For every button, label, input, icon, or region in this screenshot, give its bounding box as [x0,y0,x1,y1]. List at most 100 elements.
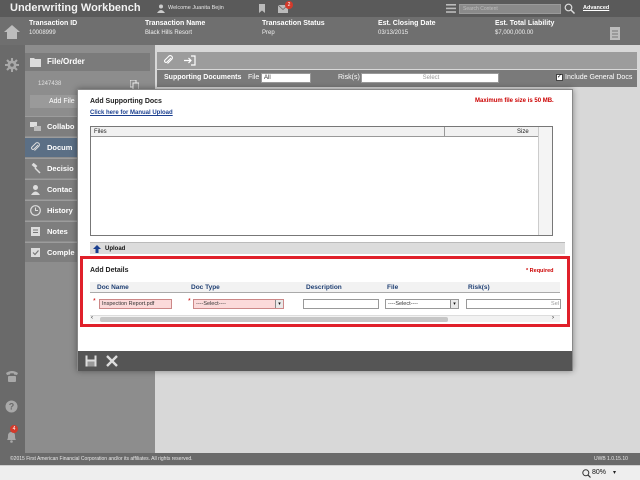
collaboration-icon [30,122,41,131]
column-value: Black Hills Resort [145,30,193,36]
search-input[interactable]: Search Content [459,4,561,14]
scroll-right-icon[interactable]: › [552,315,554,321]
save-icon[interactable] [85,355,97,367]
version-text: UWB 1.0.15.10 [594,456,628,462]
files-list-scrollbar[interactable] [538,127,552,235]
est-total-liability: Est. Total Liability $7,000,000.00 [495,20,554,36]
paperclip-icon[interactable] [163,55,174,66]
document-icon[interactable] [609,27,621,40]
nav-item-label: Collabo [47,122,75,131]
clock-icon [30,205,41,216]
close-icon[interactable] [106,355,118,367]
risks-filter-select[interactable]: Select [361,73,499,83]
dialog-title: Add Supporting Docs [90,98,162,105]
risks-filter-value: Select [422,75,440,81]
search-icon[interactable] [564,3,575,14]
user-icon [157,4,165,13]
description-input[interactable] [303,299,379,309]
risks-filter-label: Risk(s) [338,74,360,81]
details-table-header: Doc Name Doc Type Description File Risk(… [90,282,560,293]
transaction-status: Transaction Status Prep [262,20,325,36]
add-supporting-docs-dialog: Add Supporting Docs Maximum file size is… [77,89,573,371]
size-column-header: Size [517,129,529,135]
upload-button[interactable]: Upload [90,242,565,254]
chevron-down-icon[interactable]: ▾ [450,300,458,308]
nav-item-label: Comple [47,248,75,257]
list-icon[interactable] [446,4,456,13]
nav-header-label: File/Order [47,57,85,66]
file-filter-select[interactable]: All [261,73,311,83]
nav-item-label: Decisio [47,164,74,173]
required-note: * Required [526,268,554,274]
est-closing-date: Est. Closing Date 03/13/2015 [378,20,436,36]
include-general-label: Include General Docs [565,74,633,81]
include-general-checkbox[interactable]: ✓ [556,74,563,81]
add-file-button[interactable]: Add File [30,95,80,108]
folder-icon [30,58,41,67]
column-header: Transaction Name [145,20,206,27]
mail-count-badge: 2 [285,1,293,9]
home-icon[interactable] [4,25,20,39]
phone-icon[interactable] [5,370,19,382]
nav-item-label: Contac [47,185,73,194]
column-value: Prep [262,30,275,36]
file-select-value: ----Select---- [388,301,418,307]
zoom-level[interactable]: 80% [592,469,606,476]
zoom-icon[interactable] [582,469,591,478]
required-asterisk: * [93,298,96,305]
add-details-title: Add Details [90,267,129,274]
paperclip-icon [31,142,40,151]
doc-type-select[interactable]: ----Select---- ▾ [193,299,284,309]
upload-arrow-icon [93,245,101,253]
files-list[interactable]: Files Size [90,126,553,236]
left-rail [0,45,25,453]
doc-name-column: Doc Name [97,284,129,291]
column-header: Est. Total Liability [495,20,555,27]
scroll-left-icon[interactable]: ‹ [91,315,93,321]
chevron-down-icon[interactable]: ▾ [613,469,616,476]
nav-header-file-order[interactable]: File/Order [25,53,150,71]
upload-label: Upload [105,246,126,252]
help-icon[interactable]: ? [5,400,18,413]
doc-type-value: ----Select---- [196,301,226,307]
column-value: $7,000,000.00 [495,30,534,36]
checklist-icon [31,248,40,257]
file-column: File [387,284,399,291]
supporting-docs-title: Supporting Documents [164,74,242,81]
dialog-footer [78,351,572,371]
file-select[interactable]: ----Select---- ▾ [385,299,459,309]
add-file-label: Add File [49,98,75,105]
copyright-text: ©2015 First American Financial Corporati… [10,456,193,462]
advanced-search-link[interactable]: Advanced [583,5,609,11]
gavel-icon [31,163,41,174]
gear-icon[interactable] [5,58,19,72]
manual-upload-link[interactable]: Click here for Manual Upload [90,110,173,116]
description-column: Description [306,284,342,291]
chevron-down-icon[interactable]: ▾ [275,300,283,308]
documents-toolbar [157,52,637,69]
nav-item-label: Docum [47,143,73,152]
order-number: 1247438 [38,81,62,87]
import-icon[interactable] [184,55,196,66]
column-header: Transaction Status [262,20,325,27]
transaction-id: Transaction ID 10008999 [29,20,77,36]
details-horizontal-scrollbar[interactable]: ‹ › [90,315,560,322]
doc-name-input[interactable]: Inspection Report.pdf [99,299,172,309]
nav-item-label: Notes [47,227,68,236]
svg-text:?: ? [9,402,15,412]
files-list-header: Files Size [91,127,538,137]
notification-badge: 4 [10,425,18,433]
risks-column: Risk(s) [468,284,490,291]
scroll-thumb[interactable] [100,317,448,322]
risks-select[interactable]: Sel [466,299,561,309]
supporting-documents-bar: Supporting Documents File All Risk(s) Se… [157,70,637,87]
bookmark-icon[interactable] [258,4,266,13]
nav-item-label: History [47,206,73,215]
notes-icon [31,227,40,236]
doc-type-column: Doc Type [191,284,220,291]
column-value: 03/13/2015 [378,30,409,36]
transaction-name: Transaction Name Black Hills Resort [145,20,205,36]
column-header: Transaction ID [29,20,78,27]
file-filter-value: All [264,75,271,81]
welcome-text: Welcome Juanita Bejin [168,5,224,11]
